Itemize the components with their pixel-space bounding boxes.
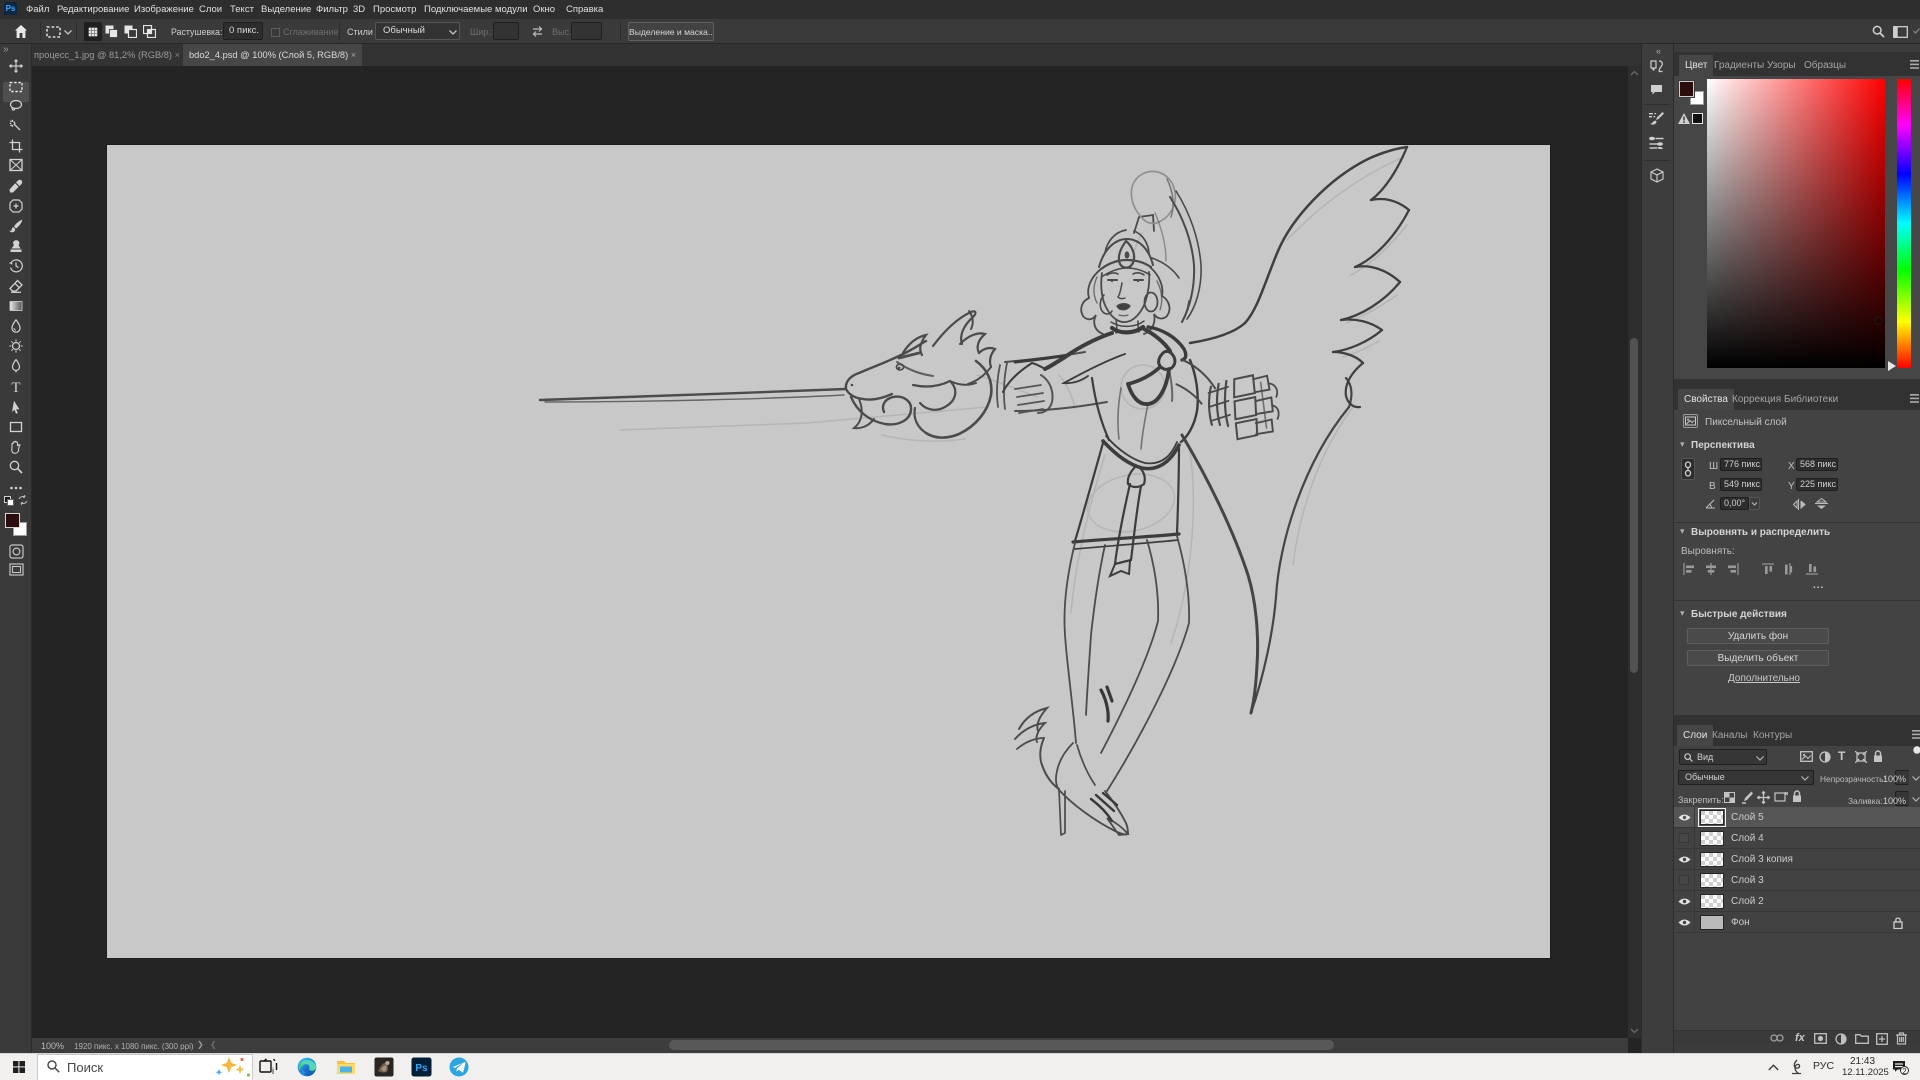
svg-text:Ps: Ps <box>415 1063 428 1074</box>
svg-text:i: i <box>272 1066 274 1075</box>
svg-text:T: T <box>11 380 20 394</box>
